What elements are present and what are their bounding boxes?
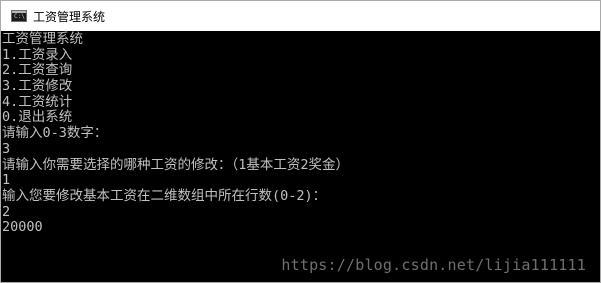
console-line: 0.退出系统 — [2, 109, 73, 126]
console-line: 20000 — [2, 219, 43, 236]
console-line: 工资管理系统 — [2, 31, 83, 47]
title-bar[interactable]: C:\ 工资管理系统 — [1, 1, 600, 31]
console-line: 输入您要修改基本工资在二维数组中所在行数(0-2)： — [2, 187, 327, 204]
console-line: 3.工资修改 — [2, 78, 73, 95]
console-window-icon: C:\ — [11, 10, 27, 22]
console-line: 3 — [2, 140, 11, 157]
console-line: 请输入你需要选择的哪种工资的修改：（1基本工资2奖金） — [2, 156, 350, 173]
console-icon-glyph: C:\ — [14, 13, 25, 20]
console-window: C:\ 工资管理系统 工资管理系统 1.工资录入 2.工资查询 3.工资修改 4… — [0, 0, 601, 283]
window-title: 工资管理系统 — [33, 9, 106, 24]
console-lines: 工资管理系统 1.工资录入 2.工资查询 3.工资修改 4.工资统计 0.退出系… — [2, 31, 349, 235]
console-line: 1.工资录入 — [2, 46, 73, 63]
console-line: 请输入0-3数字： — [2, 125, 108, 142]
console-line: 2.工资查询 — [2, 62, 73, 79]
console-line: 4.工资统计 — [2, 93, 73, 110]
console-line: 2 — [2, 203, 11, 220]
console-line: 1 — [2, 172, 11, 189]
console-output-area[interactable]: 工资管理系统 1.工资录入 2.工资查询 3.工资修改 4.工资统计 0.退出系… — [1, 31, 600, 282]
watermark-url: https://blog.csdn.net/lijia111111 — [281, 256, 586, 274]
